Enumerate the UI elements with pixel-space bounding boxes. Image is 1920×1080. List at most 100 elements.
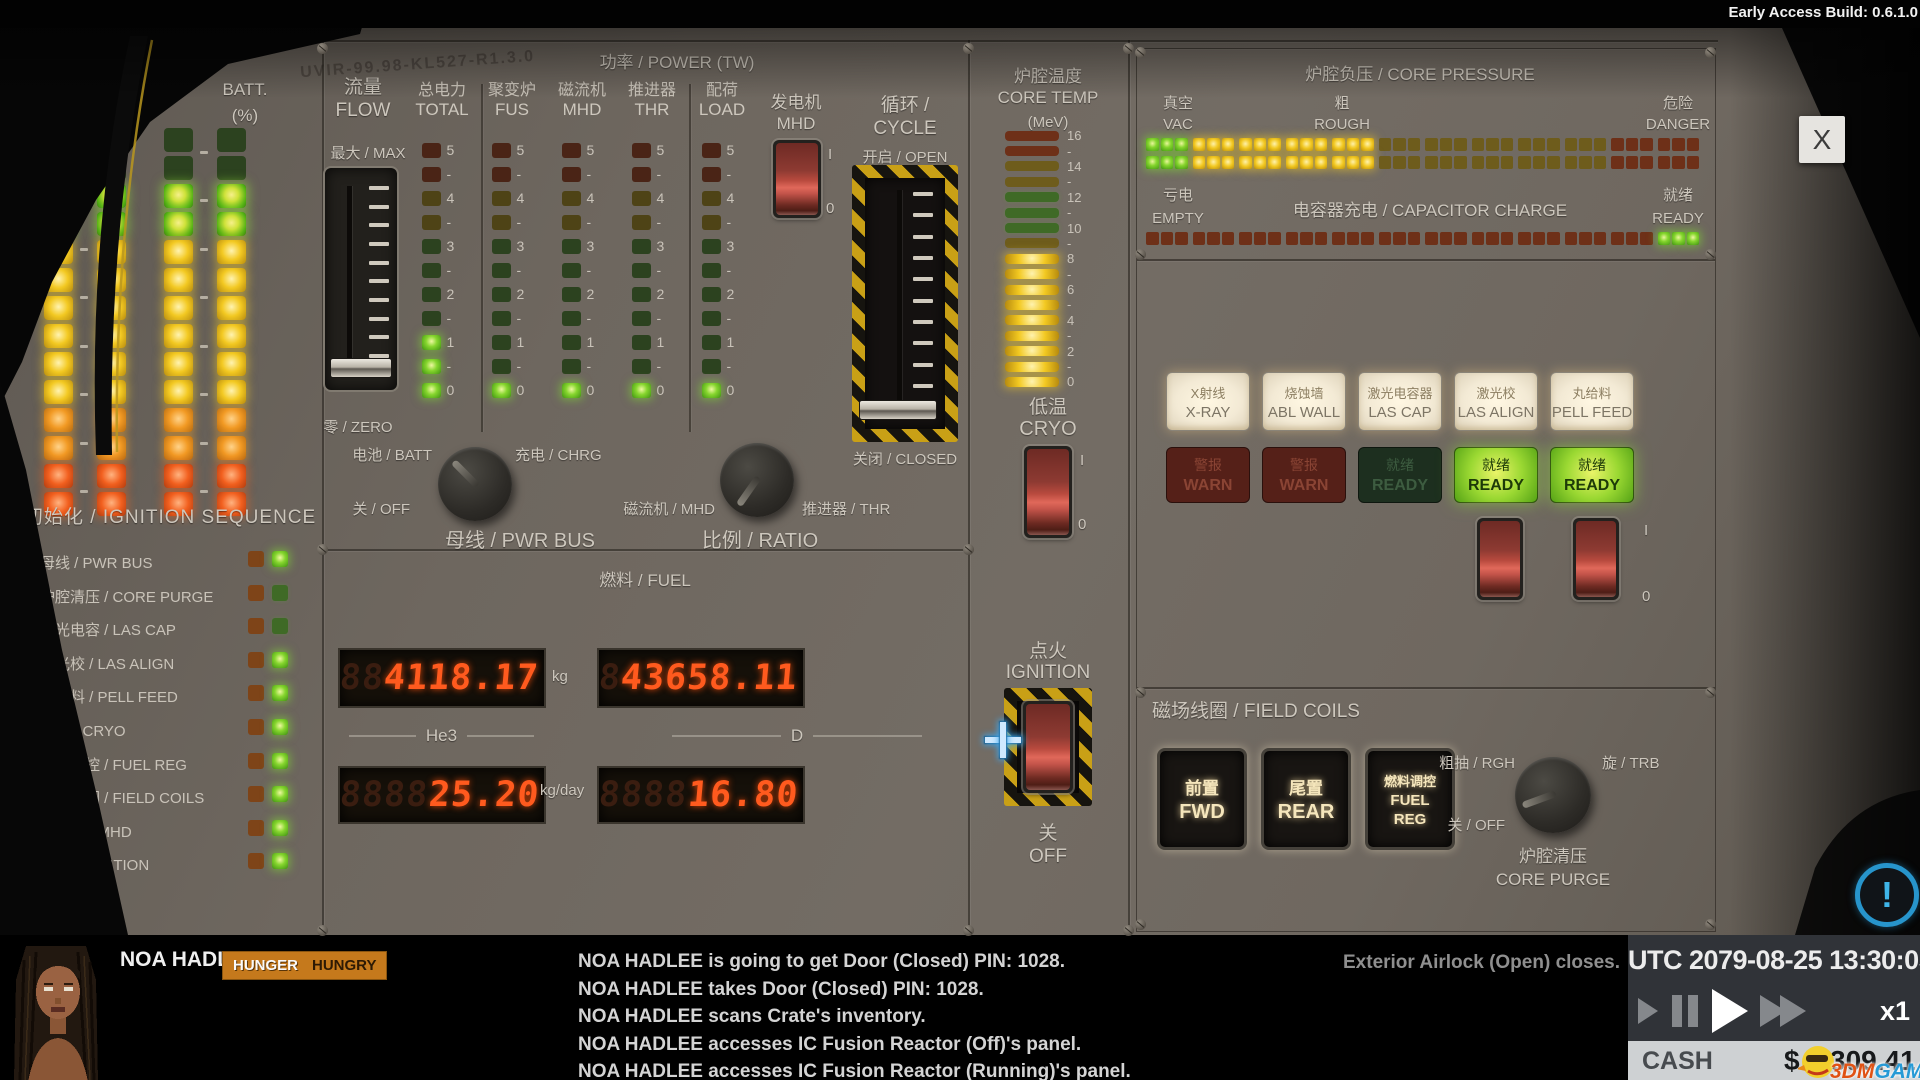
led-cell [164,408,193,432]
led-group [1611,232,1653,245]
pause-button[interactable] [1672,995,1698,1027]
aux-switch-2[interactable] [1573,518,1619,600]
cycle-slider[interactable] [852,165,958,442]
led-cell [1672,156,1685,169]
battery-ticks [80,128,90,516]
button-abl-wall[interactable]: 烧蚀墙ABL WALL [1262,372,1346,431]
aux-switch-1-face[interactable] [1480,521,1520,597]
pwrbus-caption: 母线 / PWR BUS [395,524,645,553]
fuel-he3-label-row: He3 [349,726,534,746]
button-pell-feed[interactable]: 丸给料PELL FEED [1550,372,1634,431]
power-led-row: - [562,306,603,330]
mhd-switch-off-label: 0 [826,200,834,217]
pwrbus-batt-label: 电池 / BATT [300,444,432,465]
led-cell [1286,232,1299,245]
cryo-switch-face[interactable] [1027,449,1069,535]
battery-tick [200,393,208,396]
led-cell [164,128,193,152]
button-las-cap[interactable]: 激光电容器LAS CAP [1358,372,1442,431]
fast-forward-button[interactable] [1760,995,1806,1027]
core-temp-scale-label: 0 [1067,374,1091,389]
indicator-ready: 就绪READY [1358,447,1442,503]
core-temp-scale-label: - [1067,359,1091,374]
field-coils-title: 磁场线圈 / FIELD COILS [1152,696,1360,723]
button-x-ray[interactable]: X射线X-RAY [1166,372,1250,431]
ratio-knob[interactable] [720,443,794,517]
aux-switch-2-face[interactable] [1576,521,1616,597]
core-temp-scale-label: - [1067,297,1091,312]
led-group [1518,156,1560,169]
led-cell [44,240,73,264]
led-cell [1425,156,1438,169]
screw [317,43,328,54]
cycle-slider-track[interactable] [897,190,902,408]
cryo-switch[interactable] [1024,446,1072,538]
led-cell [248,786,264,802]
close-panel-button[interactable]: X [1799,116,1845,163]
cycle-slider-handle[interactable] [859,400,937,420]
led-cell [422,335,441,350]
battery-title: BATT. [195,80,295,100]
build-version-label: Early Access Build: 0.6.1.0 [1728,4,1918,21]
ignition-switch-face[interactable] [1026,704,1070,790]
button-las-align[interactable]: 激光校LAS ALIGN [1454,372,1538,431]
power-scale-label: 2 [587,286,603,302]
play-slow-button[interactable] [1638,998,1658,1024]
core-purge-knob[interactable] [1515,757,1591,833]
led-cell [632,191,651,206]
play-button[interactable] [1712,989,1748,1033]
led-cell [492,335,511,350]
ratio-thr-label: 推进器 / THR [802,498,890,519]
led-cell [1393,232,1406,245]
flow-slider-track[interactable] [347,186,352,374]
led-cell [44,268,73,292]
power-led-row: 3 [702,234,743,258]
indicator-ready: 就绪READY [1454,447,1538,503]
hunger-value: HUNGRY [312,957,376,974]
flow-slider-handle[interactable] [330,358,392,378]
led-cell [1454,138,1467,151]
cycle-slider-well[interactable] [865,178,945,429]
led-cell [1239,156,1252,169]
screw [1705,919,1716,930]
core-temp-row: - [1005,174,1091,189]
hunger-status-badge: HUNGER HUNGRY [222,951,387,980]
power-scale-label: 1 [447,334,463,350]
ignition-switch[interactable] [1023,701,1073,793]
coil-button-label-en: FUEL [1390,792,1429,809]
indicator-label-zh: 就绪 [1386,455,1414,475]
coil-button-fwd[interactable]: 前置FWD [1157,748,1247,850]
screw [963,544,974,555]
top-bar: Early Access Build: 0.6.1.0 [0,0,1920,28]
time-speed-value[interactable]: x1 [1880,996,1910,1027]
mhd-generator-switch-face[interactable] [776,143,818,215]
pwr-bus-knob[interactable] [438,447,512,521]
mhd-generator-switch[interactable] [773,140,821,218]
core-pressure-meter [1146,138,1699,174]
aux-switch-1[interactable] [1477,518,1523,600]
character-portrait[interactable] [6,940,106,1080]
led-cell [1486,156,1499,169]
core-temp-row: 0 [1005,374,1091,389]
slider-tick [369,279,389,283]
panel-seam [1128,40,1130,932]
power-led-row: 5 [492,138,533,162]
alert-exclamation-icon[interactable]: ! [1855,863,1919,927]
button-label-zh: X射线 [1191,383,1226,402]
danger-label-en: DANGER [1638,116,1718,133]
power-scale-label: 5 [587,142,603,158]
fuel-he3-ghost: 88 [339,658,387,698]
core-temp-row: 12 [1005,190,1091,205]
led-strip-row [1146,232,1699,245]
flow-slider[interactable] [323,166,399,392]
slider-tick [913,384,933,388]
led-cell [562,335,581,350]
screw [963,925,974,936]
coil-button-rear[interactable]: 尾置REAR [1261,748,1351,850]
led-cell [632,239,651,254]
indicator-label-en: READY [1564,477,1620,495]
led-cell [1579,156,1592,169]
slider-tick [369,335,389,339]
led-cell [1146,156,1159,169]
led-cell [1393,156,1406,169]
